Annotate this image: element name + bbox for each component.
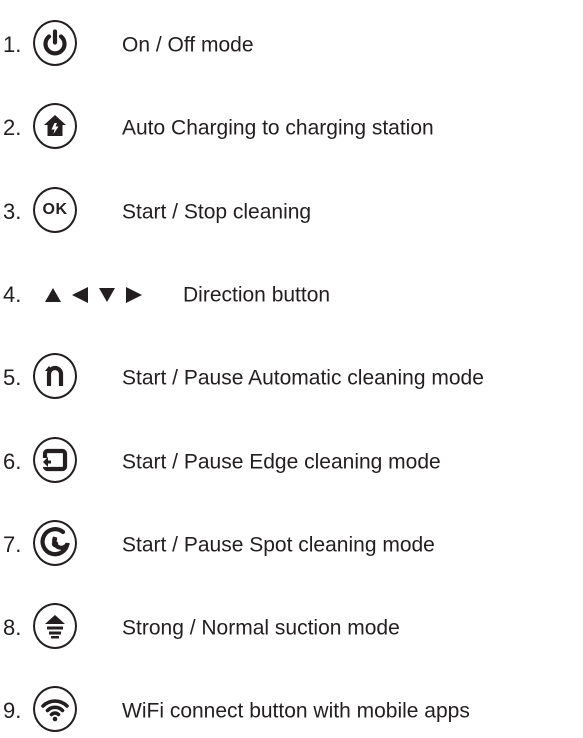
list-item: 8. Strong / Normal suction mode [0, 603, 583, 653]
item-number: 5. [3, 365, 22, 390]
list-item: 1. On / Off mode [0, 20, 583, 70]
item-number: 2. [3, 115, 22, 140]
arrow-down-icon [99, 288, 115, 302]
spot-cleaning-icon [33, 520, 77, 566]
item-label: Start / Pause Edge cleaning mode [122, 450, 441, 474]
arrow-right-icon [126, 287, 142, 303]
item-label: Auto Charging to charging station [122, 116, 434, 140]
ok-icon-text: OK [42, 201, 68, 218]
item-label: Start / Pause Automatic cleaning mode [122, 366, 484, 390]
item-label: On / Off mode [122, 33, 254, 57]
list-item: 2. Auto Charging to charging station [0, 103, 583, 153]
wifi-icon [33, 686, 77, 732]
item-number: 8. [3, 615, 22, 640]
home-charging-icon [33, 103, 77, 149]
list-item: 6. Start / Pause Edge cleaning mode [0, 437, 583, 487]
item-label: Start / Pause Spot cleaning mode [122, 533, 435, 557]
item-number: 1. [3, 32, 22, 57]
item-label: Strong / Normal suction mode [122, 616, 400, 640]
item-label: WiFi connect button with mobile apps [122, 699, 470, 723]
item-number: 9. [3, 698, 22, 723]
suction-mode-icon [33, 603, 77, 649]
item-number: 3. [3, 199, 22, 224]
auto-cleaning-icon [33, 353, 77, 399]
ok-icon: OK [33, 187, 77, 233]
list-item: 4. Direction button [0, 270, 583, 320]
arrow-up-icon [45, 288, 61, 302]
item-number: 7. [3, 532, 22, 557]
edge-cleaning-icon [33, 437, 77, 483]
list-item: 9. WiFi connect button with mobile apps [0, 686, 583, 736]
list-item: 5. Start / Pause Automatic cleaning mode [0, 353, 583, 403]
power-icon [33, 20, 77, 66]
direction-arrows-icon [44, 286, 143, 304]
arrow-left-icon [72, 287, 88, 303]
item-label: Direction button [183, 283, 331, 307]
button-legend: 1. On / Off mode 2. Auto Charging to cha… [0, 0, 583, 738]
list-item: 7. Start / Pause Spot cleaning mode [0, 520, 583, 570]
item-number: 4. [3, 282, 22, 307]
item-number: 6. [3, 449, 22, 474]
list-item: 3. OK Start / Stop cleaning [0, 187, 583, 237]
item-label: Start / Stop cleaning [122, 200, 312, 224]
